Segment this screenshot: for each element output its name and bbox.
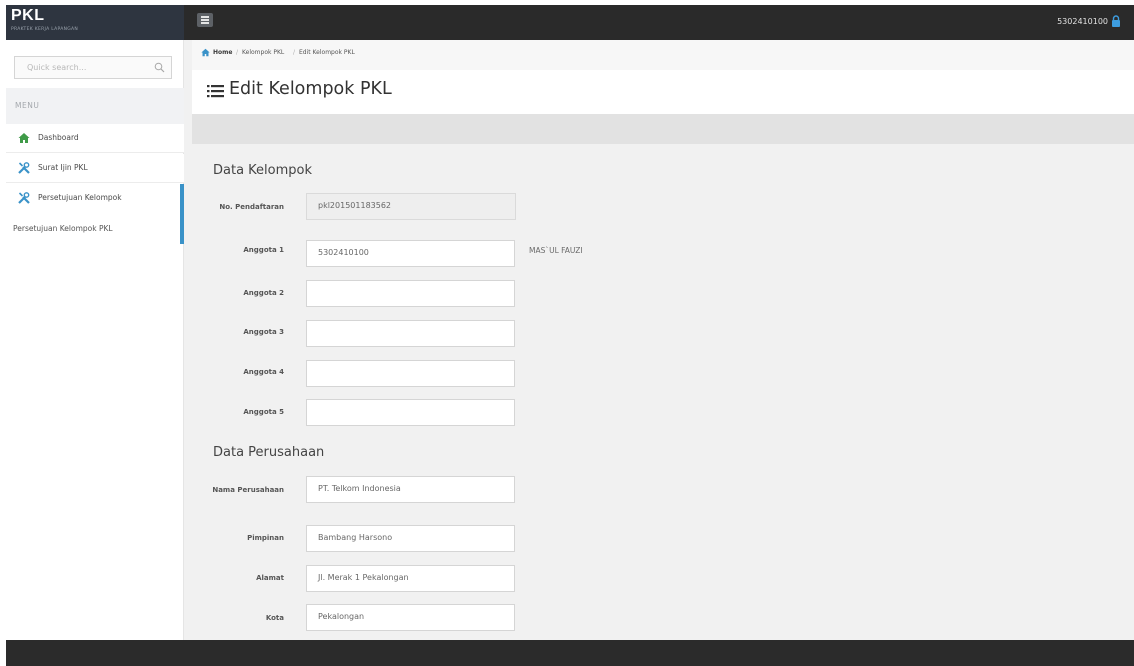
search-icon[interactable] (154, 62, 165, 73)
search-placeholder: Quick search... (27, 63, 87, 72)
sidebar-item-label: Surat Ijin PKL (38, 163, 88, 172)
lock-icon[interactable] (1111, 15, 1121, 27)
label-anggota-3: Anggota 3 (243, 328, 284, 336)
sidebar-item-label: Persetujuan Kelompok (38, 193, 122, 202)
brand-subtitle: PRAKTEK KERJA LAPANGAN (11, 27, 79, 32)
breadcrumb-separator: / (236, 49, 239, 56)
home-icon[interactable] (201, 48, 210, 57)
breadcrumb: Home / Kelompok PKL / Edit Kelompok PKL (192, 40, 1134, 70)
sidebar-item-dashboard[interactable]: Dashboard (6, 124, 184, 153)
anggota-1-name: MAS`UL FAUZI (529, 246, 583, 255)
anggota-4-field[interactable] (306, 360, 515, 387)
label-pimpinan: Pimpinan (247, 534, 284, 542)
label-anggota-2: Anggota 2 (243, 289, 284, 297)
sidebar-item-surat-ijin[interactable]: Surat Ijin PKL (6, 154, 184, 183)
label-no-pendaftaran: No. Pendaftaran (219, 203, 284, 211)
menu-header-label: MENU (15, 101, 40, 110)
brand-logo[interactable]: PKL PRAKTEK KERJA LAPANGAN (6, 5, 184, 40)
breadcrumb-current: Edit Kelompok PKL (299, 49, 355, 56)
anggota-2-field[interactable] (306, 280, 515, 307)
section-title-data-perusahaan: Data Perusahaan (213, 445, 325, 460)
label-nama-perusahaan: Nama Perusahaan (212, 486, 284, 494)
anggota-5-field[interactable] (306, 399, 515, 426)
anggota-1-field[interactable]: 5302410100 (306, 240, 515, 267)
footer-bar (6, 640, 1134, 666)
user-id[interactable]: 53024101​00 (1057, 17, 1108, 26)
breadcrumb-home[interactable]: Home (213, 49, 232, 56)
pimpinan-field[interactable]: Bambang Harsono (306, 525, 515, 552)
search-input[interactable]: Quick search... (14, 56, 172, 79)
label-anggota-5: Anggota 5 (243, 408, 284, 416)
hamburger-line (201, 19, 209, 21)
home-icon (18, 133, 30, 143)
main-content: Home / Kelompok PKL / Edit Kelompok PKL … (192, 40, 1134, 640)
alamat-field[interactable]: Jl. Merak 1 Pekalongan (306, 565, 515, 592)
sidebar-item-persetujuan-kelompok[interactable]: Persetujuan Kelompok (6, 184, 184, 244)
anggota-3-field[interactable] (306, 320, 515, 347)
label-kota: Kota (265, 614, 284, 622)
label-anggota-4: Anggota 4 (243, 368, 284, 376)
breadcrumb-separator: / (293, 49, 296, 56)
no-pendaftaran-field: pkl201501183562 (306, 193, 516, 220)
tools-icon (18, 192, 30, 204)
page-title: Edit Kelompok PKL (229, 79, 392, 99)
app-window: PKL PRAKTEK KERJA LAPANGAN 53024101​00 Q… (6, 5, 1134, 666)
section-divider (192, 114, 1134, 144)
label-anggota-1: Anggota 1 (243, 246, 284, 254)
sidebar: Quick search... MENU Dashboard Surat Iji… (6, 40, 184, 640)
nama-perusahaan-field[interactable]: PT. Telkom Indonesia (306, 476, 515, 503)
breadcrumb-kelompok-pkl[interactable]: Kelompok PKL (242, 49, 284, 56)
sidebar-subitem-persetujuan-kelompok-pkl[interactable]: Persetujuan Kelompok PKL (13, 224, 113, 233)
kota-field[interactable]: Pekalongan (306, 604, 515, 631)
page-header: Edit Kelompok PKL (192, 70, 1134, 114)
section-title-data-kelompok: Data Kelompok (213, 163, 313, 178)
sidebar-item-label: Dashboard (38, 133, 79, 142)
hamburger-icon (201, 16, 209, 18)
hamburger-line (201, 22, 209, 24)
brand-title: PKL (11, 7, 45, 24)
top-navbar: PKL PRAKTEK KERJA LAPANGAN 53024101​00 (6, 5, 1134, 40)
list-icon (207, 85, 224, 98)
label-alamat: Alamat (256, 574, 284, 582)
menu-toggle-button[interactable] (197, 13, 213, 27)
menu-header: MENU (6, 88, 184, 124)
tools-icon (18, 162, 30, 174)
